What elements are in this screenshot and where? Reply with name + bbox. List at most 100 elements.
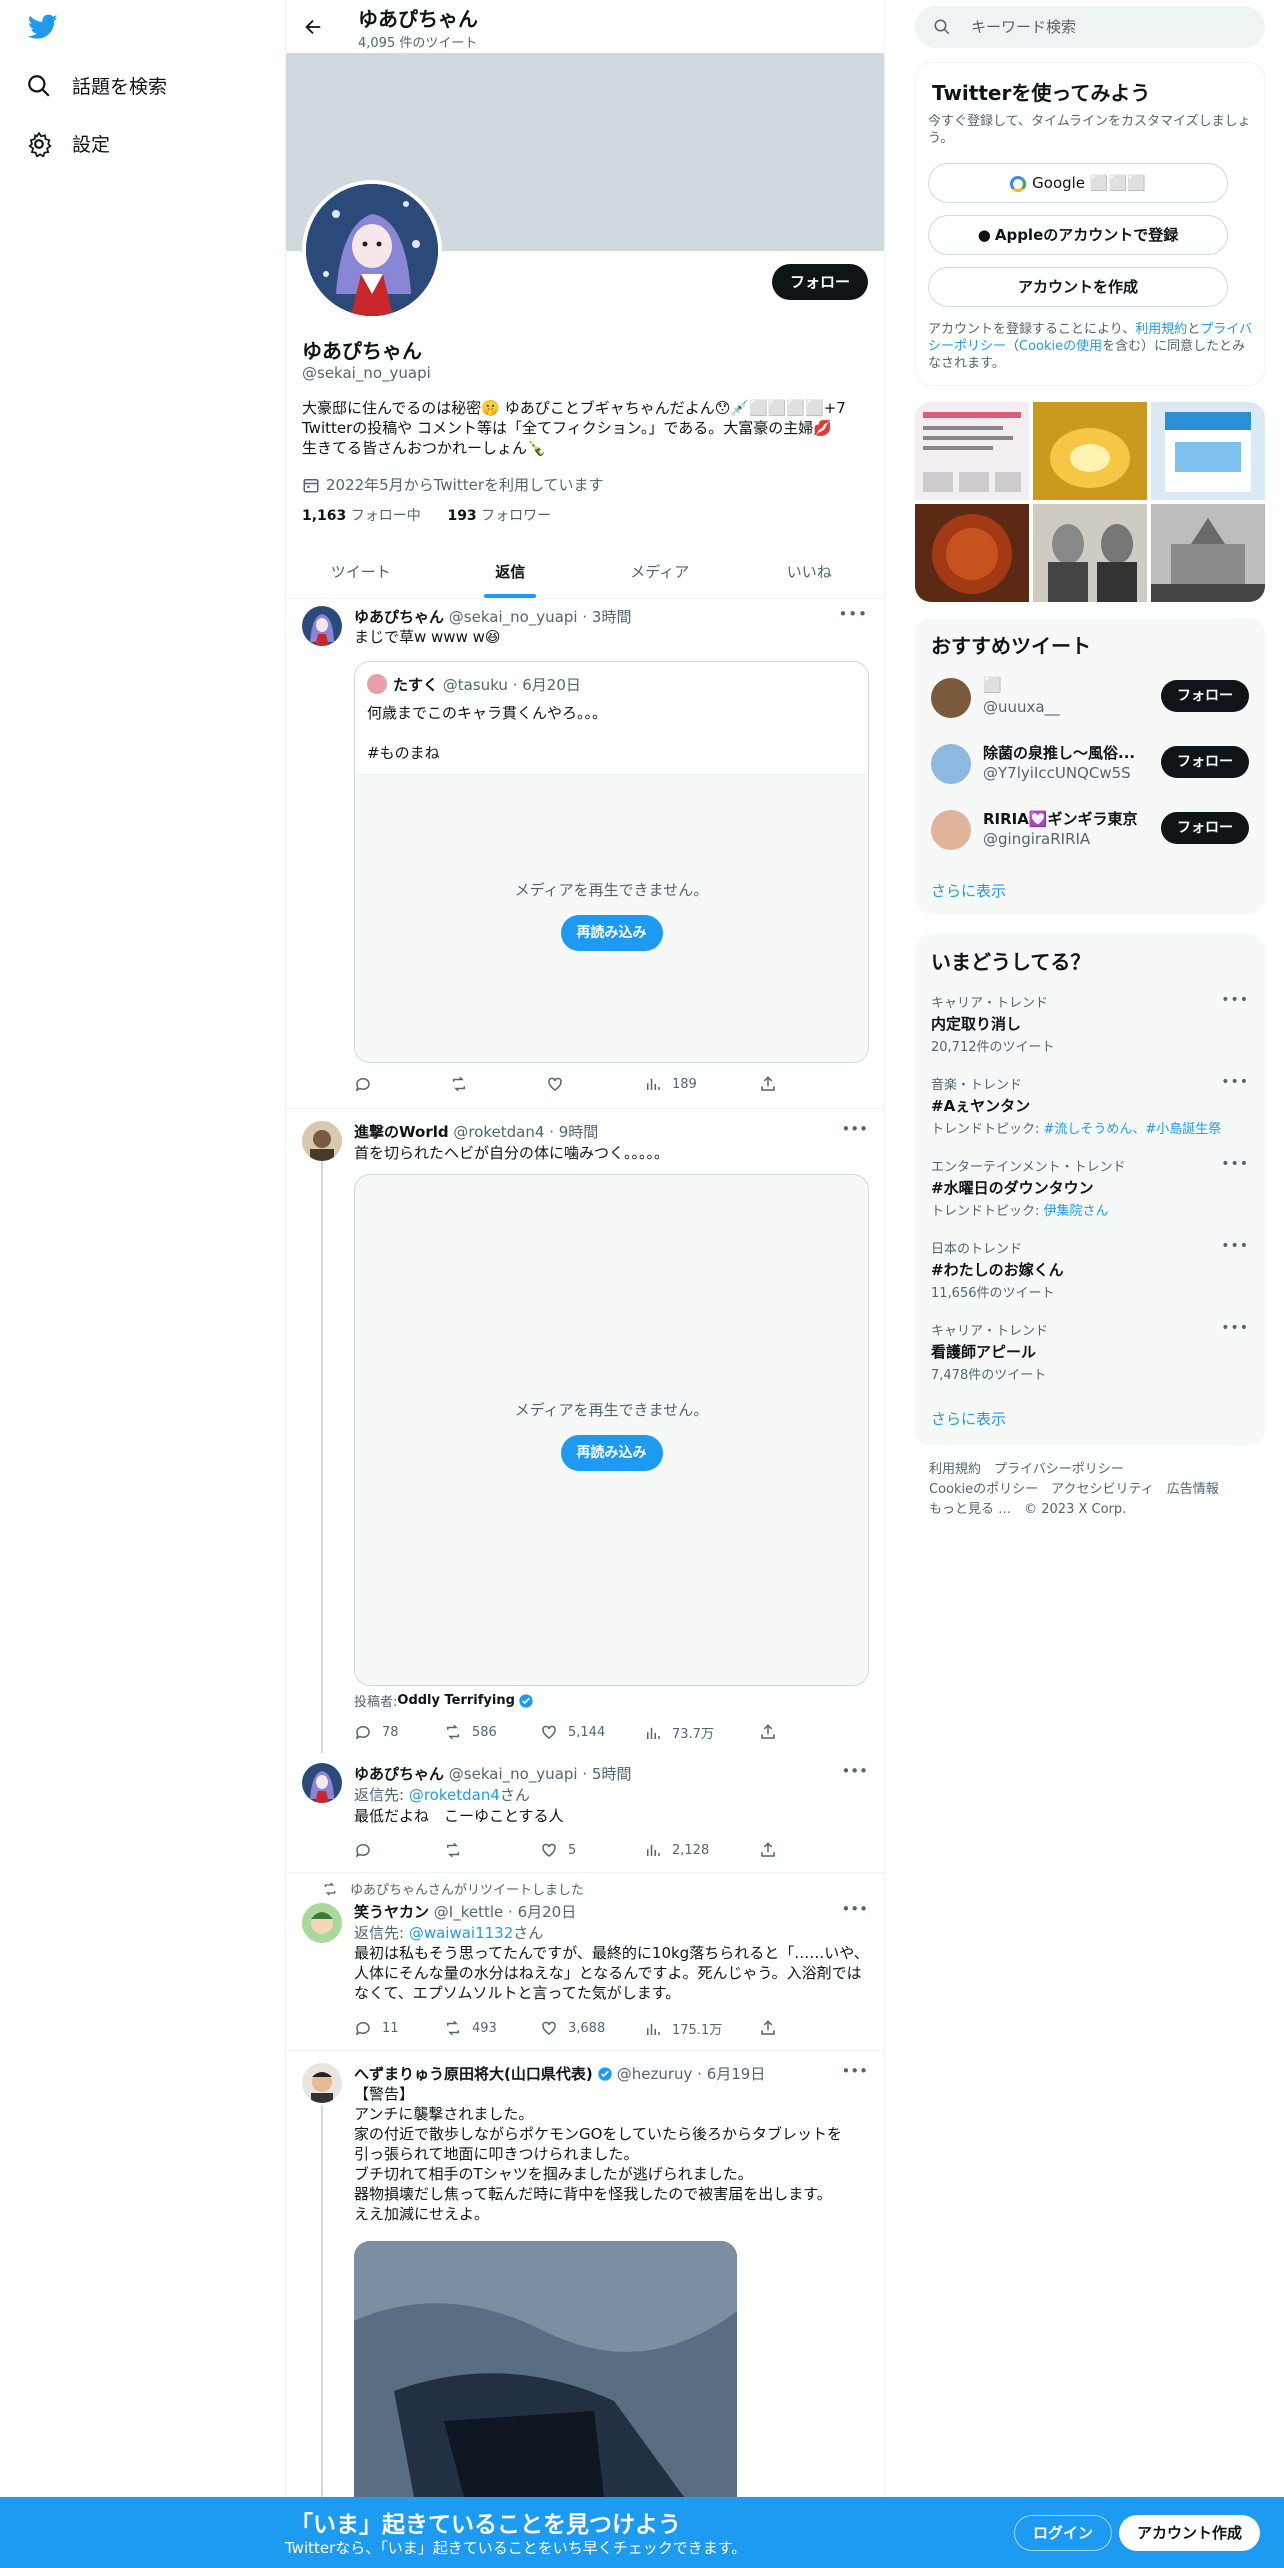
tweet[interactable]: ゆあぴちゃん @sekai_no_yuapi · 5時間 ••• 返信先: @r…	[286, 1753, 884, 1873]
avatar[interactable]	[302, 1763, 342, 1803]
trend-item[interactable]: 音楽・トレンド #Aぇヤンタン トレンドトピック: #流しそうめん、#小島誕生祭…	[931, 1074, 1249, 1137]
login-button[interactable]: ログイン	[1014, 2515, 1113, 2551]
show-more-link[interactable]: さらに表示	[931, 880, 1006, 901]
reply-to-link[interactable]: @waiwai1132	[409, 1924, 513, 1942]
like-button[interactable]: 5,144	[540, 1723, 605, 1741]
search-input[interactable]: キーワード検索	[915, 6, 1265, 48]
views-button[interactable]: 189	[644, 1075, 697, 1093]
create-account-button[interactable]: アカウントを作成	[928, 267, 1228, 307]
tweet-time[interactable]: 3時間	[592, 608, 632, 626]
tweet-author-name[interactable]: ゆあぴちゃん	[354, 608, 444, 626]
share-button[interactable]	[759, 1723, 787, 1741]
footer-links[interactable]: Cookieのポリシー アクセシビリティ 広告情報	[929, 1480, 1259, 1500]
avatar[interactable]	[302, 1903, 342, 1943]
privacy-link[interactable]: プライバ	[1200, 322, 1252, 337]
reload-button[interactable]: 再読み込み	[560, 1435, 663, 1471]
more-icon[interactable]: •••	[841, 1120, 868, 1138]
tweet-time[interactable]: 6月19日	[707, 2063, 766, 2084]
share-button[interactable]	[759, 1075, 787, 1093]
more-icon[interactable]: •••	[838, 605, 868, 623]
tab-likes[interactable]: いいね	[735, 546, 885, 598]
tweet-author-name[interactable]: へずまりゅう原田将大(山口県代表)	[354, 2063, 593, 2084]
trend-topic-link[interactable]: #流しそうめん、#小島誕生祭	[1044, 1122, 1222, 1137]
tab-replies[interactable]: 返信	[436, 546, 586, 598]
tweet-author-name[interactable]: ゆあぴちゃん	[354, 1765, 444, 1783]
tweet[interactable]: ゆあぴちゃん @sekai_no_yuapi · 3時間 ••• まじで草w w…	[286, 599, 884, 1109]
reply-button[interactable]: 78	[354, 1723, 399, 1741]
avatar[interactable]	[302, 606, 342, 646]
follow-button[interactable]: フォロー	[1161, 812, 1249, 844]
trend-item[interactable]: 日本のトレンド #わたしのお嫁くん 11,656件のツイート •••	[931, 1238, 1249, 1301]
media-thumb[interactable]	[1033, 402, 1147, 500]
quote-hashtag[interactable]: #ものまね	[367, 742, 440, 763]
profile-avatar[interactable]	[302, 180, 442, 320]
retweet-button[interactable]	[444, 1841, 472, 1859]
footer-links[interactable]: もっと見る … © 2023 X Corp.	[929, 1500, 1259, 1520]
reply-to-link[interactable]: @roketdan4	[409, 1786, 500, 1804]
quoted-tweet[interactable]: たすく @tasuku · 6月20日 何歳までこのキャラ貫くんやろ。。。 #も…	[354, 661, 869, 1063]
tab-tweets[interactable]: ツイート	[286, 546, 436, 598]
views-button[interactable]: 175.1万	[644, 2019, 722, 2038]
signup-button[interactable]: アカウント作成	[1119, 2515, 1261, 2551]
reply-button[interactable]: 11	[354, 2019, 399, 2037]
privacy-link[interactable]: シーポリシー	[928, 339, 1006, 354]
apple-signup-button[interactable]: ● Appleのアカウントで登録	[928, 215, 1228, 255]
media-thumb[interactable]	[915, 402, 1029, 500]
google-signup-button[interactable]: Google ⬜⬜⬜	[928, 163, 1228, 203]
share-button[interactable]	[759, 1841, 787, 1859]
recommended-user[interactable]: 除菌の泉推し～風俗... @Y7lyiIccUNQCw5S フォロー	[931, 740, 1249, 788]
media-thumb[interactable]	[1151, 504, 1265, 602]
media-thumb[interactable]	[915, 504, 1029, 602]
followers-link[interactable]: 193 フォロワー	[447, 508, 551, 524]
cookie-link[interactable]: Cookieの使用	[1019, 339, 1102, 354]
attribution-name[interactable]: Oddly Terrifying	[397, 1693, 515, 1708]
tweet-time[interactable]: 5時間	[592, 1765, 632, 1783]
more-icon[interactable]: •••	[1221, 1074, 1249, 1090]
more-icon[interactable]: •••	[841, 1900, 868, 1918]
terms-link[interactable]: 利用規約	[1135, 322, 1187, 337]
reply-button[interactable]	[354, 1075, 382, 1093]
tweet-time[interactable]: 6月20日	[518, 1903, 577, 1921]
back-arrow-icon[interactable]	[302, 16, 324, 42]
trend-item[interactable]: エンターテインメント・トレンド #水曜日のダウンタウン トレンドトピック: 伊集…	[931, 1156, 1249, 1219]
trend-item[interactable]: キャリア・トレンド 看護師アピール 7,478件のツイート •••	[931, 1320, 1249, 1383]
show-more-link[interactable]: さらに表示	[931, 1408, 1006, 1429]
tweet[interactable]: 進撃のWorld @roketdan4 · 9時間 ••• 首を切られたヘビが自…	[286, 1109, 884, 1753]
nav-settings[interactable]: 設定	[26, 130, 110, 157]
retweet-button[interactable]: 493	[444, 2019, 497, 2037]
more-icon[interactable]: •••	[1221, 1156, 1249, 1172]
media-thumb[interactable]	[1033, 504, 1147, 602]
more-icon[interactable]: •••	[1221, 992, 1249, 1008]
retweet-context-text[interactable]: ゆあぴちゃんさんがリツイートしました	[350, 1879, 584, 1898]
recommended-user[interactable]: RIRIA💟ギンギラ東京 @gingiraRIRIA フォロー	[931, 806, 1249, 854]
media-thumb[interactable]	[1151, 402, 1265, 500]
avatar[interactable]	[302, 1121, 342, 1161]
following-link[interactable]: 1,163 フォロー中	[302, 508, 421, 524]
like-button[interactable]	[546, 1075, 574, 1093]
avatar[interactable]	[302, 2063, 342, 2103]
nav-explore[interactable]: 話題を検索	[26, 72, 167, 99]
tab-media[interactable]: メディア	[585, 546, 735, 598]
tweet-time[interactable]: 9時間	[559, 1123, 599, 1141]
share-button[interactable]	[759, 2019, 787, 2037]
tweet-author-name[interactable]: 笑うヤカン	[354, 1903, 429, 1921]
follow-button[interactable]: フォロー	[771, 264, 868, 300]
like-button[interactable]: 3,688	[540, 2019, 605, 2037]
reply-button[interactable]	[354, 1841, 382, 1859]
trend-topic-link[interactable]: 伊集院さん	[1044, 1204, 1109, 1219]
retweet-button[interactable]: 586	[444, 1723, 497, 1741]
more-icon[interactable]: •••	[841, 2062, 868, 2080]
views-button[interactable]: 2,128	[644, 1841, 709, 1859]
footer-links[interactable]: 利用規約 プライバシーポリシー	[929, 1460, 1259, 1480]
more-icon[interactable]: •••	[1221, 1320, 1249, 1336]
more-icon[interactable]: •••	[841, 1762, 868, 1780]
reload-button[interactable]: 再読み込み	[560, 915, 663, 951]
tweet[interactable]: ゆあぴちゃんさんがリツイートしました 笑うヤカン @I_kettle · 6月2…	[286, 1873, 884, 2051]
follow-button[interactable]: フォロー	[1161, 680, 1249, 712]
more-icon[interactable]: •••	[1221, 1238, 1249, 1254]
retweet-button[interactable]	[450, 1075, 478, 1093]
trend-item[interactable]: キャリア・トレンド 内定取り消し 20,712件のツイート •••	[931, 992, 1249, 1055]
tweet-author-name[interactable]: 進撃のWorld	[354, 1123, 449, 1141]
recommended-user[interactable]: ⬜ @uuuxa__ フォロー	[931, 674, 1249, 722]
like-button[interactable]: 5	[540, 1841, 576, 1859]
